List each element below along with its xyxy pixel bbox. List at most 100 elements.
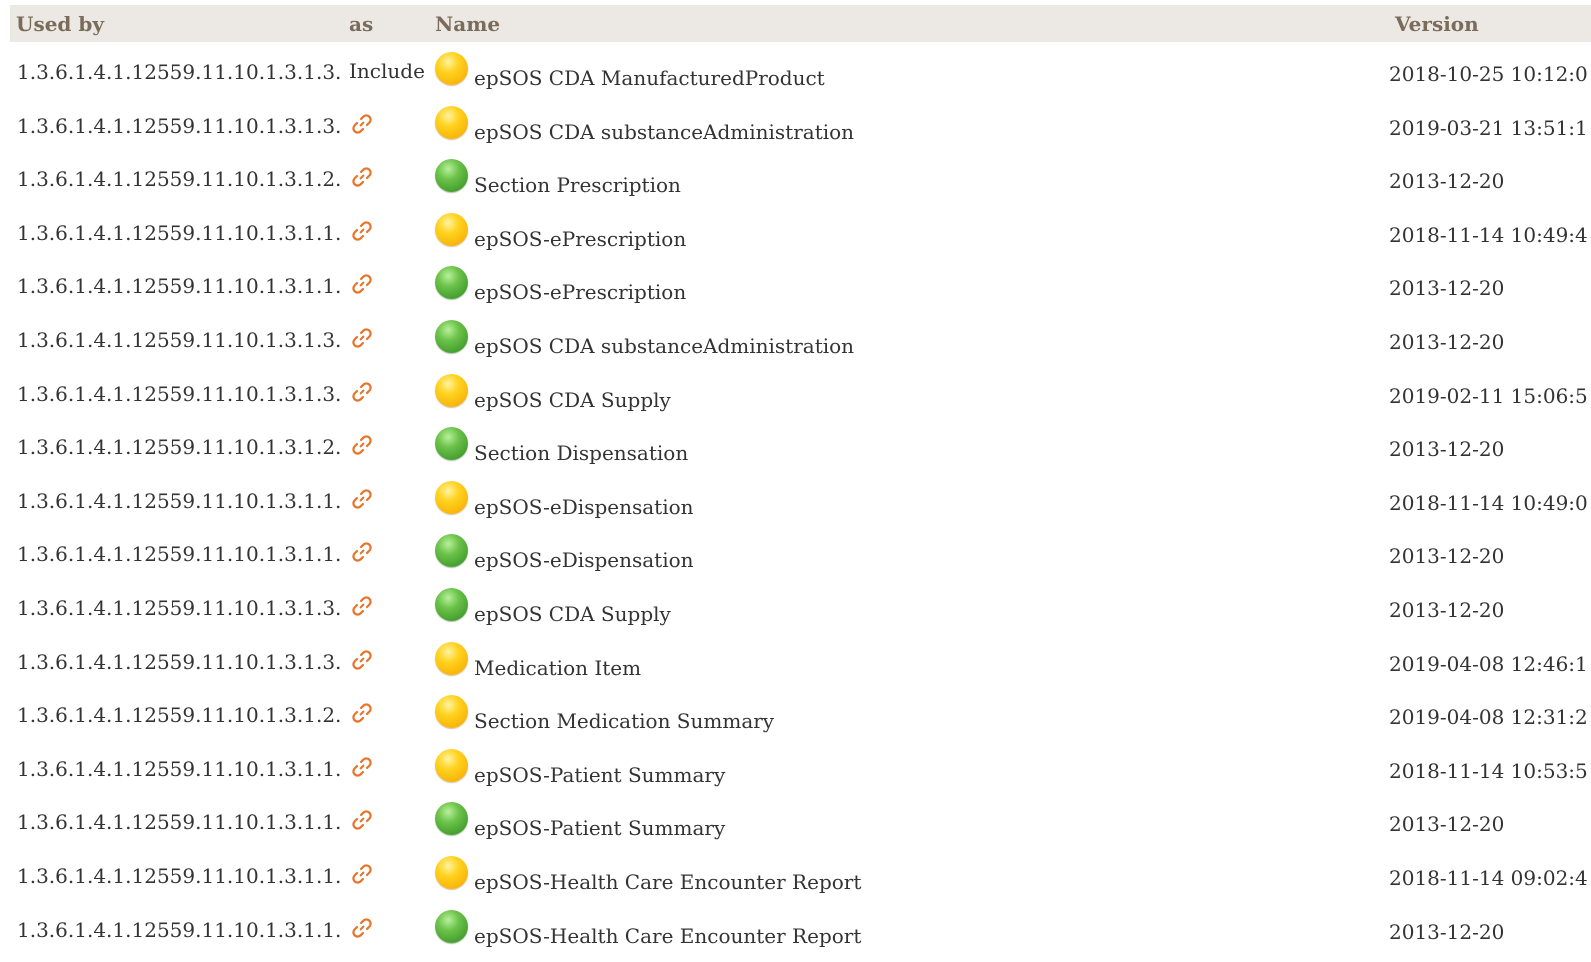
link-icon[interactable] xyxy=(351,541,373,563)
version-cell: 2013-12-20 xyxy=(1389,169,1505,194)
used-by-cell: 1.3.6.1.4.1.12559.11.10.1.3.1.3.4 xyxy=(17,649,342,674)
as-label: Include xyxy=(349,59,425,83)
as-cell xyxy=(342,524,428,578)
template-name-link[interactable]: epSOS-eDispensation xyxy=(474,495,694,519)
template-name-link[interactable]: Section Dispensation xyxy=(474,441,688,465)
table-row[interactable]: 1.3.6.1.4.1.12559.11.10.1.3.1.3.2 epSOS C… xyxy=(10,96,1591,150)
status-draft-icon xyxy=(435,695,468,729)
link-icon[interactable] xyxy=(351,220,373,242)
template-name-link[interactable]: epSOS-Health Care Encounter Report xyxy=(474,870,861,894)
version-cell: 2018-11-14 10:49:0 xyxy=(1389,490,1588,515)
link-icon[interactable] xyxy=(351,113,373,135)
link-icon[interactable] xyxy=(351,327,373,349)
as-cell xyxy=(342,471,428,525)
as-cell xyxy=(342,578,428,632)
version-cell: 2013-12-20 xyxy=(1389,919,1505,944)
table-row[interactable]: 1.3.6.1.4.1.12559.11.10.1.3.1.1.2 epSOS-e… xyxy=(10,471,1591,525)
name-cell: epSOS CDA substanceAdministration xyxy=(428,96,1388,150)
used-by-cell: 1.3.6.1.4.1.12559.11.10.1.3.1.1.3 xyxy=(17,810,342,835)
template-name-link[interactable]: epSOS-Patient Summary xyxy=(474,763,725,787)
used-by-cell: 1.3.6.1.4.1.12559.11.10.1.3.1.1.2 xyxy=(17,488,342,513)
used-by-table-container: Used by as Name Version 1.3.6.1.4.1.1255… xyxy=(10,5,1591,953)
status-active-icon xyxy=(435,909,468,943)
link-icon[interactable] xyxy=(351,863,373,885)
template-name-link[interactable]: epSOS CDA Supply xyxy=(474,388,671,412)
table-row[interactable]: 1.3.6.1.4.1.12559.11.10.1.3.1.1.1 epSOS-e… xyxy=(10,256,1591,310)
status-active-icon xyxy=(435,587,468,621)
as-cell xyxy=(342,632,428,686)
link-icon[interactable] xyxy=(351,756,373,778)
column-header-version[interactable]: Version xyxy=(1388,5,1591,42)
template-name-link[interactable]: Section Medication Summary xyxy=(474,709,774,733)
as-cell xyxy=(342,846,428,900)
as-cell xyxy=(342,792,428,846)
version-cell: 2019-04-08 12:46:1 xyxy=(1389,651,1588,676)
as-cell: Include xyxy=(342,42,428,96)
status-active-icon xyxy=(435,802,468,836)
name-cell: epSOS-Patient Summary xyxy=(428,792,1388,846)
table-row[interactable]: 1.3.6.1.4.1.12559.11.10.1.3.1.3.4 Medicat… xyxy=(10,632,1591,686)
link-icon[interactable] xyxy=(351,595,373,617)
as-cell xyxy=(342,149,428,203)
table-row[interactable]: 1.3.6.1.4.1.12559.11.10.1.3.1.1.3 epSOS-P… xyxy=(10,792,1591,846)
link-icon[interactable] xyxy=(351,488,373,510)
name-cell: epSOS-Health Care Encounter Report xyxy=(428,846,1388,900)
column-header-as[interactable]: as xyxy=(342,5,428,42)
version-cell: 2013-12-20 xyxy=(1389,812,1505,837)
version-cell: 2019-02-11 15:06:5 xyxy=(1389,383,1588,408)
column-header-name[interactable]: Name xyxy=(428,5,1388,42)
status-draft-icon xyxy=(435,373,468,407)
used-by-cell: 1.3.6.1.4.1.12559.11.10.1.3.1.1.4 xyxy=(17,863,342,888)
name-cell: epSOS CDA Supply xyxy=(428,578,1388,632)
template-name-link[interactable]: epSOS CDA substanceAdministration xyxy=(474,120,854,144)
name-cell: epSOS-ePrescription xyxy=(428,203,1388,257)
link-icon[interactable] xyxy=(351,381,373,403)
template-name-link[interactable]: epSOS-ePrescription xyxy=(474,280,686,304)
link-icon[interactable] xyxy=(351,166,373,188)
link-icon[interactable] xyxy=(351,649,373,671)
template-name-link[interactable]: Section Prescription xyxy=(474,173,681,197)
column-header-used-by[interactable]: Used by xyxy=(10,5,342,42)
as-cell xyxy=(342,417,428,471)
template-name-link[interactable]: epSOS CDA Supply xyxy=(474,602,671,626)
version-cell: 2013-12-20 xyxy=(1389,437,1505,462)
version-cell: 2013-12-20 xyxy=(1389,276,1505,301)
template-name-link[interactable]: epSOS-Health Care Encounter Report xyxy=(474,924,861,948)
table-row[interactable]: 1.3.6.1.4.1.12559.11.10.1.3.1.3.1 Include… xyxy=(10,42,1591,96)
table-row[interactable]: 1.3.6.1.4.1.12559.11.10.1.3.1.2.3 Section… xyxy=(10,685,1591,739)
link-icon[interactable] xyxy=(351,702,373,724)
template-name-link[interactable]: epSOS CDA substanceAdministration xyxy=(474,334,854,358)
used-by-cell: 1.3.6.1.4.1.12559.11.10.1.3.1.3.2 xyxy=(17,113,342,138)
link-icon[interactable] xyxy=(351,809,373,831)
table-row[interactable]: 1.3.6.1.4.1.12559.11.10.1.3.1.1.4 epSOS-H… xyxy=(10,846,1591,900)
as-cell xyxy=(342,364,428,418)
template-name-link[interactable]: epSOS CDA ManufacturedProduct xyxy=(474,66,825,90)
link-icon[interactable] xyxy=(351,273,373,295)
name-cell: epSOS-eDispensation xyxy=(428,524,1388,578)
table-row[interactable]: 1.3.6.1.4.1.12559.11.10.1.3.1.3.3 epSOS C… xyxy=(10,364,1591,418)
used-by-cell: 1.3.6.1.4.1.12559.11.10.1.3.1.2.1 xyxy=(17,167,342,192)
table-row[interactable]: 1.3.6.1.4.1.12559.11.10.1.3.1.2.1 Section… xyxy=(10,149,1591,203)
table-row[interactable]: 1.3.6.1.4.1.12559.11.10.1.3.1.1.2 epSOS-e… xyxy=(10,524,1591,578)
table-row[interactable]: 1.3.6.1.4.1.12559.11.10.1.3.1.3.3 epSOS C… xyxy=(10,578,1591,632)
status-draft-icon xyxy=(435,480,468,514)
used-by-cell: 1.3.6.1.4.1.12559.11.10.1.3.1.3.3 xyxy=(17,595,342,620)
table-row[interactable]: 1.3.6.1.4.1.12559.11.10.1.3.1.1.1 epSOS-e… xyxy=(10,203,1591,257)
name-cell: epSOS CDA substanceAdministration xyxy=(428,310,1388,364)
link-icon[interactable] xyxy=(351,917,373,939)
used-by-cell: 1.3.6.1.4.1.12559.11.10.1.3.1.3.1 xyxy=(17,60,342,84)
template-name-link[interactable]: epSOS-Patient Summary xyxy=(474,816,725,840)
table-row[interactable]: 1.3.6.1.4.1.12559.11.10.1.3.1.3.2 epSOS C… xyxy=(10,310,1591,364)
used-by-cell: 1.3.6.1.4.1.12559.11.10.1.3.1.1.4 xyxy=(17,917,342,942)
version-cell: 2019-04-08 12:31:2 xyxy=(1389,705,1588,730)
table-row[interactable]: 1.3.6.1.4.1.12559.11.10.1.3.1.1.3 epSOS-P… xyxy=(10,739,1591,793)
version-cell: 2018-11-14 10:53:5 xyxy=(1389,758,1588,783)
used-by-cell: 1.3.6.1.4.1.12559.11.10.1.3.1.2.2 xyxy=(17,435,342,460)
table-row[interactable]: 1.3.6.1.4.1.12559.11.10.1.3.1.1.4 epSOS-H… xyxy=(10,900,1591,954)
template-name-link[interactable]: epSOS-ePrescription xyxy=(474,227,686,251)
link-icon[interactable] xyxy=(351,434,373,456)
template-name-link[interactable]: epSOS-eDispensation xyxy=(474,548,694,572)
as-cell xyxy=(342,256,428,310)
template-name-link[interactable]: Medication Item xyxy=(474,656,641,680)
table-row[interactable]: 1.3.6.1.4.1.12559.11.10.1.3.1.2.2 Section… xyxy=(10,417,1591,471)
